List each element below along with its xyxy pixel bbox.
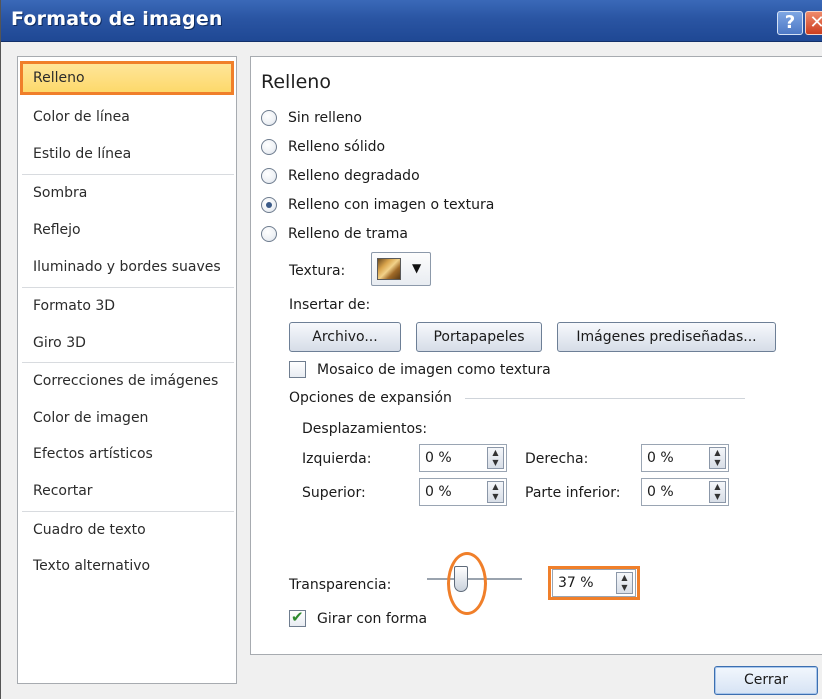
offset-left-label: Izquierda:: [302, 451, 372, 467]
radio-relleno-degradado[interactable]: Relleno degradado: [261, 166, 420, 186]
radio-button[interactable]: [261, 139, 277, 155]
nav-item-color-de-imagen[interactable]: Color de imagen: [20, 401, 234, 435]
rotate-with-shape-checkbox[interactable]: [289, 608, 306, 627]
radio-button[interactable]: [261, 226, 277, 242]
spinner-arrows-icon[interactable]: ▲ ▼: [487, 481, 504, 503]
tile-texture-label: Mosaico de imagen como textura: [317, 362, 551, 378]
file-button[interactable]: Archivo...: [289, 322, 401, 352]
nav-item-cuadro-de-texto[interactable]: Cuadro de texto: [20, 513, 234, 547]
nav-item-formato-3d[interactable]: Formato 3D: [20, 289, 234, 323]
help-button[interactable]: ?: [777, 11, 803, 35]
dropdown-arrow-icon: ▼: [412, 261, 422, 275]
close-window-button[interactable]: ✕: [805, 11, 822, 35]
offset-top-label: Superior:: [302, 485, 366, 501]
spinner-arrows-icon[interactable]: ▲ ▼: [487, 447, 504, 469]
offset-left-value[interactable]: 0 %: [425, 450, 452, 466]
nav-item-efectos-artisticos[interactable]: Efectos artísticos: [20, 437, 234, 471]
nav-item-sombra[interactable]: Sombra: [20, 176, 234, 210]
nav-item-reflejo[interactable]: Reflejo: [20, 213, 234, 247]
radio-label: Relleno con imagen o textura: [288, 197, 495, 213]
texture-dropdown[interactable]: ▼: [371, 252, 431, 286]
category-list: Relleno Color de línea Estilo de línea S…: [17, 56, 237, 684]
radio-relleno-solido[interactable]: Relleno sólido: [261, 137, 385, 157]
radio-button[interactable]: [261, 110, 277, 126]
spinner-arrows-icon[interactable]: ▲ ▼: [709, 447, 726, 469]
radio-sin-relleno[interactable]: Sin relleno: [261, 108, 362, 128]
offset-top-spinner[interactable]: 0 % ▲ ▼: [419, 478, 507, 506]
offset-right-value[interactable]: 0 %: [647, 450, 674, 466]
nav-divider: [22, 174, 234, 175]
slider-highlight-circle: [447, 552, 487, 615]
offset-bottom-spinner[interactable]: 0 % ▲ ▼: [641, 478, 729, 506]
nav-divider: [22, 287, 234, 288]
transparency-spinner[interactable]: 37 % ▲ ▼: [552, 569, 636, 597]
nav-item-estilo-de-linea[interactable]: Estilo de línea: [20, 137, 234, 171]
transparency-label: Transparencia:: [289, 577, 392, 593]
insert-from-label: Insertar de:: [289, 297, 371, 313]
radio-label: Relleno sólido: [288, 139, 386, 155]
offset-right-label: Derecha:: [525, 451, 589, 467]
nav-item-giro-3d[interactable]: Giro 3D: [20, 326, 234, 360]
title-bar: Formato de imagen ? ✕: [1, 0, 822, 42]
nav-divider: [22, 511, 234, 512]
offsets-heading: Desplazamientos:: [302, 421, 428, 437]
nav-divider: [22, 362, 234, 363]
radio-label: Relleno degradado: [288, 168, 420, 184]
nav-item-relleno[interactable]: Relleno: [20, 61, 234, 95]
radio-button[interactable]: [261, 168, 277, 184]
nav-item-color-de-linea[interactable]: Color de línea: [20, 100, 234, 134]
radio-label: Sin relleno: [288, 110, 362, 126]
nav-item-iluminado[interactable]: Iluminado y bordes suaves: [20, 250, 234, 284]
radio-label: Relleno de trama: [288, 226, 408, 242]
tile-texture-checkbox[interactable]: [289, 361, 306, 378]
offset-top-value[interactable]: 0 %: [425, 484, 452, 500]
clipboard-button[interactable]: Portapapeles: [416, 322, 542, 352]
offset-right-spinner[interactable]: 0 % ▲ ▼: [641, 444, 729, 472]
radio-relleno-imagen-textura[interactable]: Relleno con imagen o textura: [261, 195, 494, 215]
group-divider: [465, 398, 745, 399]
spinner-arrows-icon[interactable]: ▲ ▼: [616, 572, 633, 594]
nav-item-texto-alternativo[interactable]: Texto alternativo: [20, 549, 234, 583]
clipart-button[interactable]: Imágenes prediseñadas...: [557, 322, 776, 352]
nav-item-correcciones[interactable]: Correcciones de imágenes: [20, 364, 234, 398]
section-title: Relleno: [261, 71, 331, 93]
spinner-arrows-icon[interactable]: ▲ ▼: [709, 481, 726, 503]
rotate-with-shape-label: Girar con forma: [317, 611, 428, 627]
texture-label: Textura:: [289, 263, 346, 279]
offset-bottom-label: Parte inferior:: [525, 485, 621, 501]
radio-button-selected[interactable]: [261, 197, 277, 213]
radio-relleno-de-trama[interactable]: Relleno de trama: [261, 224, 408, 244]
close-button[interactable]: Cerrar: [714, 666, 818, 695]
offset-left-spinner[interactable]: 0 % ▲ ▼: [419, 444, 507, 472]
window-title: Formato de imagen: [11, 8, 223, 30]
transparency-value[interactable]: 37 %: [558, 575, 594, 591]
nav-item-recortar[interactable]: Recortar: [20, 474, 234, 508]
texture-swatch-icon: [377, 258, 401, 280]
format-picture-dialog: Formato de imagen ? ✕ Relleno Color de l…: [0, 0, 822, 699]
stretch-options-heading: Opciones de expansión: [289, 390, 452, 406]
offset-bottom-value[interactable]: 0 %: [647, 484, 674, 500]
